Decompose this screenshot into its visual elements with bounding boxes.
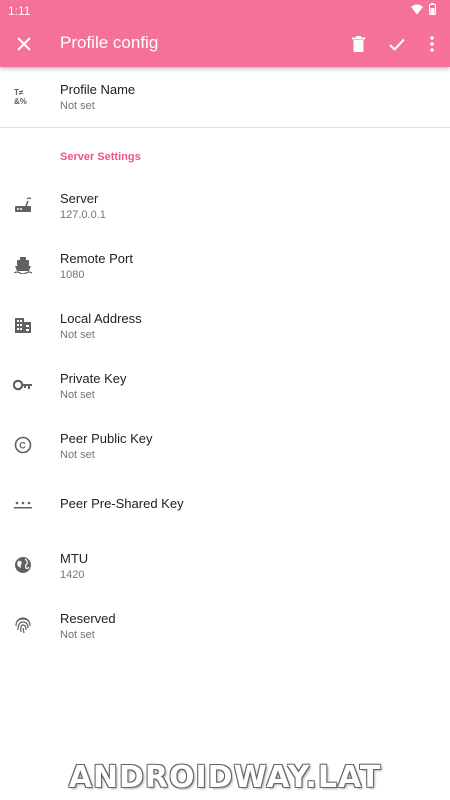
item-title: MTU [60, 551, 89, 566]
copyright-icon: C [13, 435, 33, 455]
private-key-item[interactable]: Private Key Not set [0, 356, 450, 416]
router-icon [13, 195, 33, 215]
text-format-icon: T≠ &% [13, 86, 33, 106]
svg-text:C: C [19, 441, 26, 451]
item-title: Server [60, 191, 99, 206]
status-bar: 1:11 [0, 0, 450, 22]
delete-button[interactable] [345, 31, 371, 57]
category-header: Server Settings [0, 128, 450, 176]
status-time: 1:11 [8, 4, 31, 18]
fingerprint-icon [13, 615, 33, 635]
close-icon [17, 37, 31, 51]
close-button[interactable] [11, 31, 37, 57]
item-title: Profile Name [60, 82, 136, 97]
item-title: Reserved [60, 611, 116, 626]
item-title: Local Address [60, 311, 142, 326]
svg-text:&%: &% [14, 97, 27, 105]
item-title: Peer Public Key [60, 431, 153, 446]
peer-public-key-item[interactable]: C Peer Public Key Not set [0, 416, 450, 476]
item-title: Private Key [60, 371, 127, 386]
boat-icon [13, 255, 33, 275]
svg-text:T≠: T≠ [14, 88, 24, 97]
app-bar: 1:11 Profile config [0, 0, 450, 67]
item-summary: Not set [60, 629, 95, 641]
watermark: ANDROIDWAY.LAT [68, 760, 382, 795]
profile-name-item[interactable]: T≠ &% Profile Name Not set [0, 67, 450, 127]
check-icon [389, 38, 405, 51]
server-item[interactable]: Server 127.0.0.1 [0, 176, 450, 236]
more-options-button[interactable] [420, 31, 444, 57]
building-icon [13, 315, 33, 335]
key-icon [13, 375, 33, 395]
trash-icon [351, 36, 365, 52]
more-vert-icon [430, 36, 434, 52]
password-dots-icon [13, 495, 33, 515]
reserved-item[interactable]: Reserved Not set [0, 596, 450, 656]
category-label: Server Settings [60, 151, 141, 163]
status-icons [411, 3, 436, 15]
save-button[interactable] [384, 31, 410, 57]
page-title: Profile config [60, 33, 159, 52]
item-title: Remote Port [60, 251, 133, 266]
item-summary: 1080 [60, 269, 85, 281]
item-summary: 127.0.0.1 [60, 209, 106, 221]
toolbar: Profile config [0, 22, 450, 67]
battery-icon [429, 3, 436, 15]
item-summary: 1420 [60, 569, 85, 581]
item-summary: Not set [60, 100, 95, 112]
item-title: Peer Pre-Shared Key [60, 496, 184, 511]
peer-pre-shared-key-item[interactable]: Peer Pre-Shared Key [0, 476, 450, 536]
mtu-item[interactable]: MTU 1420 [0, 536, 450, 596]
item-summary: Not set [60, 329, 95, 341]
local-address-item[interactable]: Local Address Not set [0, 296, 450, 356]
item-summary: Not set [60, 449, 95, 461]
wifi-icon [411, 4, 423, 14]
globe-icon [13, 555, 33, 575]
remote-port-item[interactable]: Remote Port 1080 [0, 236, 450, 296]
item-summary: Not set [60, 389, 95, 401]
settings-list: T≠ &% Profile Name Not set Server Setting… [0, 67, 450, 656]
